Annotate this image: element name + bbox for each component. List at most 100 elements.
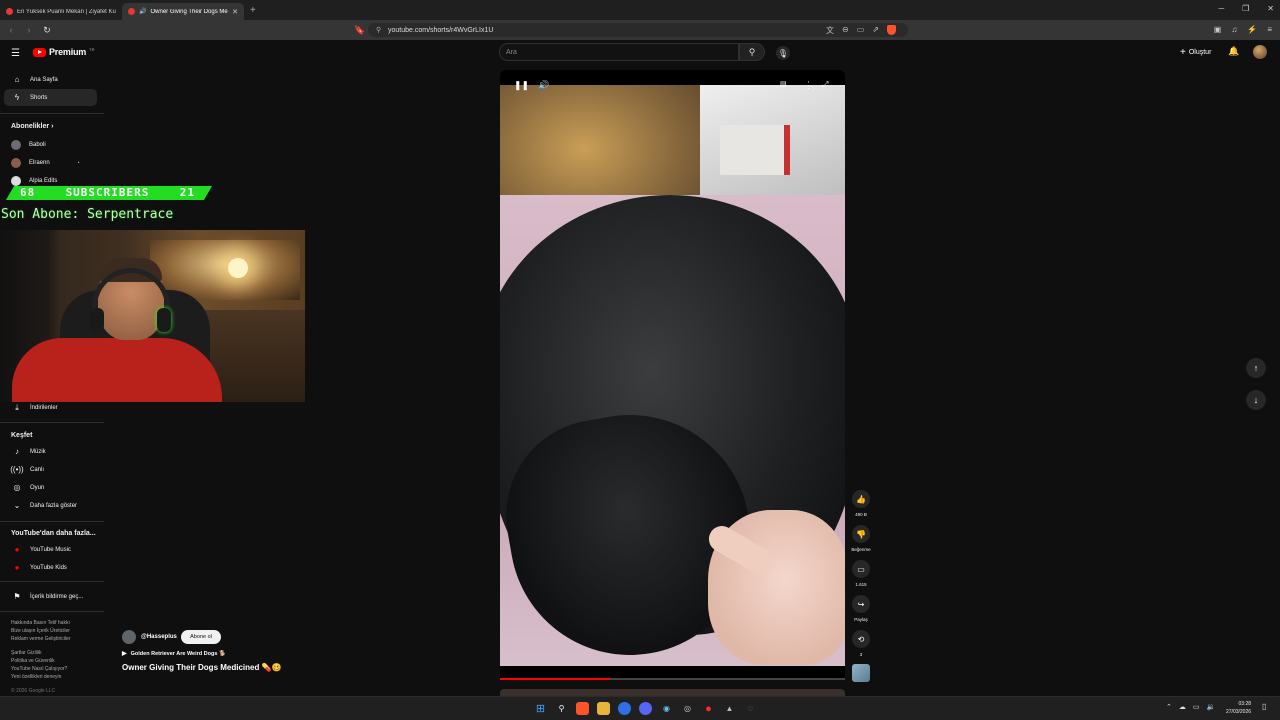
file-explorer-icon[interactable] (597, 702, 610, 715)
restore-icon[interactable]: ❐ (1242, 4, 1249, 13)
comment-action[interactable]: ▭ 1.615 (851, 560, 871, 587)
app-icon[interactable]: ▲ (723, 702, 736, 715)
search-button[interactable]: ⚲ (739, 43, 765, 61)
footer-line[interactable]: Bize ulaşın İçerik Üreticiler (11, 627, 70, 635)
channel-avatar[interactable] (122, 630, 136, 644)
song-link[interactable]: ▶ Golden Retriever Are Weird Dogs 🐕 (122, 650, 226, 657)
footer-line[interactable]: Yeni özellikleri deneyin (11, 673, 70, 681)
sidebar-item-show-more[interactable]: ⌄ Daha fazla göster (4, 497, 97, 514)
sidebar-item-youtube-music[interactable]: ● YouTube Music (4, 541, 97, 558)
close-tab-icon[interactable]: ✕ (232, 8, 238, 16)
bookmark-icon[interactable]: 🔖 (354, 25, 365, 36)
whatsapp-icon[interactable]: ◌ (744, 702, 757, 715)
share-icon[interactable]: ⇗ (872, 25, 879, 36)
channel-name[interactable]: @Hasseplus (141, 634, 177, 640)
next-short-button[interactable]: ↓ (1246, 390, 1266, 410)
browser-tab-active[interactable]: 🔊 Owner Giving Their Dogs Me ✕ (122, 3, 244, 20)
divider (0, 422, 104, 423)
footer-line[interactable]: Politika ve Güvenlik (11, 657, 70, 665)
live-icon: ((•)) (10, 465, 24, 474)
discord-icon[interactable] (639, 702, 652, 715)
create-button[interactable]: + Oluştur (1180, 47, 1211, 58)
site-info-icon[interactable]: ⚲ (376, 26, 381, 34)
network-icon[interactable]: ▭ (1193, 703, 1200, 711)
sidebar-item-subscription[interactable]: Baboli (4, 136, 97, 153)
browser-tab[interactable]: En Yüksek Puanlı Mekan | Ziyafet Ku (0, 3, 122, 20)
webcam-lamp (228, 258, 248, 278)
close-window-icon[interactable]: ✕ (1267, 4, 1274, 13)
next-short-preview[interactable] (500, 689, 845, 696)
share-icon[interactable]: ↪ (852, 595, 870, 613)
steam-icon[interactable]: ◉ (660, 702, 673, 715)
back-icon[interactable]: ‹ (4, 25, 18, 35)
chevron-up-icon[interactable]: ⌃ (1166, 703, 1172, 711)
shorts-player[interactable]: ❚❚ 🔊 ▤ ⋮ ⤢ (500, 70, 845, 680)
sidebar-item-report-history[interactable]: ⚑ İçerik bildirme geç... (4, 588, 97, 605)
zoom-app-icon[interactable] (618, 702, 631, 715)
remix-action[interactable]: ⟲ 3 (851, 630, 871, 657)
video-progress-bar[interactable] (500, 678, 845, 680)
media-icon[interactable]: ♫ (1231, 25, 1237, 34)
footer-line[interactable]: YouTube Nasıl Çalışıyor? (11, 665, 70, 673)
download-icon: ⤓ (15, 402, 19, 412)
forward-icon[interactable]: › (22, 25, 36, 35)
like-action[interactable]: 👍 490 B (851, 490, 871, 517)
video-title[interactable]: Owner Giving Their Dogs Medicined 💊🥴 (122, 663, 282, 672)
opera-gx-icon[interactable]: ● (702, 702, 715, 715)
sidebar-item-live[interactable]: ((•)) Canlı (4, 461, 97, 478)
captions-icon[interactable]: ▤ (780, 80, 787, 88)
remix-icon[interactable]: ⟲ (852, 630, 870, 648)
avatar[interactable] (1253, 45, 1267, 59)
footer-line[interactable]: Hakkında Basın Telif hakkı (11, 619, 70, 627)
extensions-icon[interactable]: ⚡ (1247, 25, 1257, 34)
voice-search-button[interactable]: 🎙 (776, 46, 790, 60)
like-icon[interactable]: 👍 (852, 490, 870, 508)
new-tab-button[interactable]: + (250, 5, 256, 16)
sound-thumbnail[interactable] (852, 664, 870, 682)
menu-icon[interactable]: ≡ (1267, 25, 1272, 34)
video-frame[interactable] (500, 85, 845, 666)
sidebar-item-shorts[interactable]: ϟ Shorts (4, 89, 97, 106)
footer-line[interactable]: Reklam verme Geliştiriciler (11, 635, 70, 643)
comment-icon[interactable]: ▭ (852, 560, 870, 578)
onedrive-icon[interactable]: ☁ (1179, 703, 1186, 711)
guide-menu-icon[interactable]: ☰ (11, 48, 20, 59)
sidebar-item-youtube-kids[interactable]: ● YouTube Kids (4, 559, 97, 576)
gamepad-icon: ◎ (13, 483, 21, 492)
dislike-action[interactable]: 👎 Beğenme (851, 525, 871, 552)
search-input[interactable]: Ara (499, 43, 739, 61)
sidebar-item-home[interactable]: ⌂ Ana Sayfa (4, 71, 97, 88)
notification-center-icon[interactable]: ▯ (1262, 702, 1266, 711)
obs-icon[interactable]: ◎ (681, 702, 694, 715)
minimize-icon[interactable]: ─ (1218, 4, 1224, 13)
sidebar-item-subscription[interactable]: Elraenn • (4, 154, 97, 171)
volume-icon[interactable]: 🔊 (538, 80, 549, 91)
pause-icon[interactable]: ❚❚ (514, 80, 529, 91)
footer-line[interactable]: Şartlar Gizlilik (11, 649, 70, 657)
youtube-logo[interactable]: Premium TR (33, 47, 94, 57)
cast-icon[interactable]: ▭ (857, 25, 865, 36)
dislike-icon[interactable]: 👎 (852, 525, 870, 543)
subscriber-count-current: 68 (20, 186, 36, 199)
sidebar-toggle-icon[interactable]: ▣ (1214, 25, 1222, 34)
translate-icon[interactable]: 文 (826, 25, 834, 36)
notifications-icon[interactable]: 🔔 (1228, 46, 1239, 57)
sidebar-item-music[interactable]: ♪ Müzik (4, 443, 97, 460)
sidebar-item-gaming[interactable]: ◎ Oyun (4, 479, 97, 496)
dislike-label: Beğenme (851, 547, 871, 552)
window-controls: ─ ❐ ✕ (1218, 4, 1274, 13)
subscriptions-heading[interactable]: Abonelikler › (11, 123, 53, 130)
subscribe-button[interactable]: Abone ol (181, 630, 221, 644)
brave-shields-icon[interactable] (886, 25, 896, 35)
previous-short-button[interactable]: ↑ (1246, 358, 1266, 378)
windows-start-icon[interactable]: ⊞ (534, 702, 547, 715)
volume-icon[interactable]: 🔉 (1207, 703, 1216, 711)
search-icon[interactable]: ⚲ (555, 702, 568, 715)
zoom-icon[interactable]: ⊖ (842, 25, 849, 36)
fullscreen-icon[interactable]: ⤢ (822, 80, 828, 90)
more-options-icon[interactable]: ⋮ (804, 80, 813, 91)
reload-icon[interactable]: ↻ (40, 25, 54, 36)
share-action[interactable]: ↪ Paylaş (851, 595, 871, 622)
taskbar-clock[interactable]: 03:28 27/03/2026 (1226, 700, 1251, 716)
brave-browser-icon[interactable] (576, 702, 589, 715)
